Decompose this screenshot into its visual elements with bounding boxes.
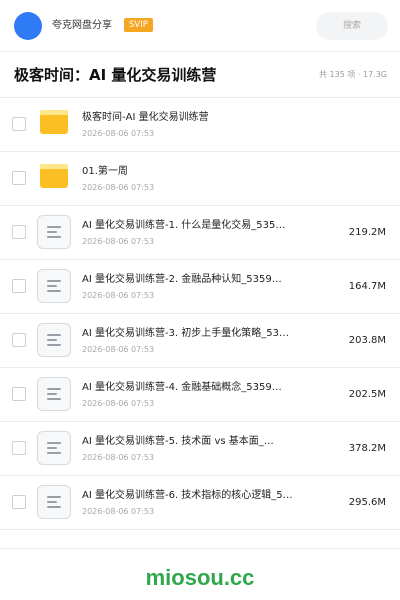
document-icon [37,377,71,411]
select-checkbox[interactable] [12,441,26,455]
file-date: 2026-08-06 07:53 [82,129,155,138]
list-item[interactable]: AI 量化交易训练营-1. 什么是量化交易_535… 2026-08-06 07… [0,206,400,260]
footer: miosou.cc [0,548,400,600]
file-list: 极客时间-AI 量化交易训练营 2026-08-06 07:53 01.第一周 … [0,98,400,530]
list-item[interactable]: AI 量化交易训练营-6. 技术指标的核心逻辑_5… 2026-08-06 07… [0,476,400,530]
document-icon [37,215,71,249]
folder-icon [40,110,68,134]
file-name: AI 量化交易训练营-4. 金融基础概念_5359… [82,382,282,393]
file-date: 2026-08-06 07:53 [82,453,155,462]
file-date: 2026-08-06 07:53 [82,345,155,354]
select-checkbox[interactable] [12,333,26,347]
list-item[interactable]: AI 量化交易训练营-5. 技术面 vs 基本面_… 2026-08-06 07… [0,422,400,476]
folder-header: 极客时间：AI 量化交易训练营 共 135 项 · 17.3G [0,52,400,98]
document-icon [37,323,71,357]
file-date: 2026-08-06 07:53 [82,507,155,516]
document-icon [37,485,71,519]
list-item[interactable]: 01.第一周 2026-08-06 07:53 [0,152,400,206]
file-size: 219.2M [348,227,386,238]
file-name: 极客时间-AI 量化交易训练营 [82,112,209,123]
file-size: 295.6M [348,497,386,508]
search-input[interactable] [316,12,388,40]
list-item[interactable]: 极客时间-AI 量化交易训练营 2026-08-06 07:53 [0,98,400,152]
file-date: 2026-08-06 07:53 [82,183,155,192]
list-item[interactable]: AI 量化交易训练营-2. 金融品种认知_5359… 2026-08-06 07… [0,260,400,314]
select-checkbox[interactable] [12,279,26,293]
file-date: 2026-08-06 07:53 [82,237,155,246]
select-checkbox[interactable] [12,387,26,401]
list-item[interactable]: AI 量化交易训练营-4. 金融基础概念_5359… 2026-08-06 07… [0,368,400,422]
user-name[interactable]: 夸克网盘分享 [52,18,112,34]
select-checkbox[interactable] [12,225,26,239]
file-size: 202.5M [348,389,386,400]
file-date: 2026-08-06 07:53 [82,291,155,300]
folder-icon [40,164,68,188]
file-size: 378.2M [348,443,386,454]
file-size: 164.7M [348,281,386,292]
file-name: AI 量化交易训练营-5. 技术面 vs 基本面_… [82,436,274,447]
file-name: AI 量化交易训练营-3. 初步上手量化策略_53… [82,328,290,339]
site-watermark: miosou.cc [145,565,255,590]
file-name: AI 量化交易训练营-6. 技术指标的核心逻辑_5… [82,490,293,501]
file-name: 01.第一周 [82,166,128,177]
file-name: AI 量化交易训练营-2. 金融品种认知_5359… [82,274,282,285]
select-checkbox[interactable] [12,171,26,185]
item-count-summary: 共 135 项 · 17.3G [319,70,387,79]
file-size: 203.8M [348,335,386,346]
svip-badge: SVIP [124,18,153,32]
select-checkbox[interactable] [12,495,26,509]
document-icon [37,431,71,465]
document-icon [37,269,71,303]
select-checkbox[interactable] [12,117,26,131]
page-title: 极客时间：AI 量化交易训练营 [14,66,217,84]
top-bar: 夸克网盘分享 SVIP [0,0,400,52]
list-item[interactable]: AI 量化交易训练营-3. 初步上手量化策略_53… 2026-08-06 07… [0,314,400,368]
file-date: 2026-08-06 07:53 [82,399,155,408]
file-name: AI 量化交易训练营-1. 什么是量化交易_535… [82,220,286,231]
avatar[interactable] [14,12,42,40]
